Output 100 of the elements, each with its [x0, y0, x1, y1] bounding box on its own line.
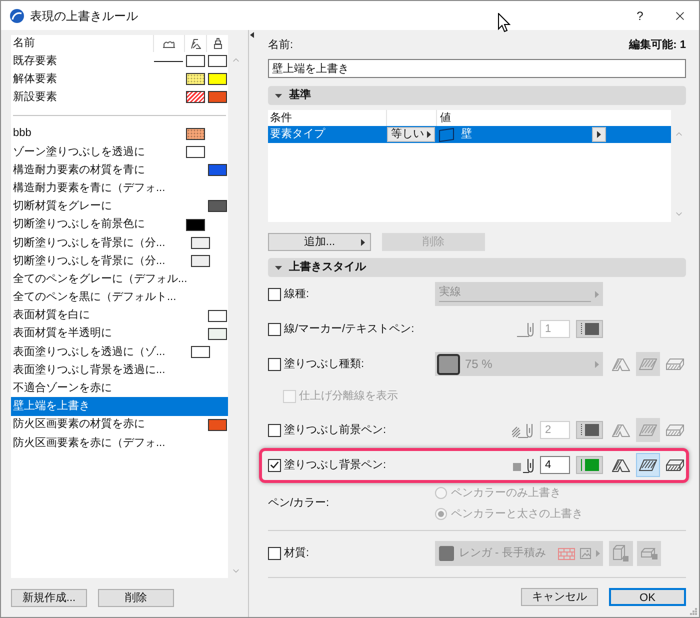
rule-list-item[interactable]: 切断材質をグレーに: [11, 197, 228, 216]
rule-list-item[interactable]: 表面材質を白に: [11, 306, 228, 325]
field-label: 塗りつぶし種類:: [284, 356, 364, 372]
field-label: 仕上げ分離線を表示: [299, 388, 398, 404]
radio-label: ペンカラーと太さの上書き: [451, 506, 583, 522]
field-label: 材質:: [284, 546, 310, 562]
hatched-wedge-icon: [612, 424, 630, 436]
field-label: 塗りつぶし前景ペン:: [284, 422, 386, 438]
resize-grip-icon[interactable]: [690, 608, 697, 615]
window-title: 表現の上書きルール: [30, 8, 138, 24]
material-pattern-icon: [439, 546, 454, 561]
dialog-button[interactable]: OK: [609, 588, 686, 606]
column-header: 条件: [269, 110, 293, 126]
brick-icon: [558, 548, 575, 560]
expand-triangle-icon: [275, 266, 282, 270]
checkbox[interactable]: [268, 547, 281, 560]
rule-list-item[interactable]: 表面塗りつぶし背景を透過に...: [11, 361, 228, 380]
checkbox[interactable]: [268, 288, 281, 300]
name-input[interactable]: 壁上端を上書き: [268, 59, 686, 78]
pen-number-input[interactable]: 4: [540, 456, 570, 474]
dialog-button[interactable]: キャンセル: [521, 588, 598, 606]
line-sample-icon: [439, 301, 591, 302]
cube-square-icon: [613, 545, 629, 562]
list-action-button[interactable]: 削除: [98, 589, 174, 607]
expand-triangle-icon: [275, 94, 282, 98]
rule-list-item[interactable]: 切断塗りつぶしを背景に（分...: [11, 252, 228, 270]
rule-list-item[interactable]: 全てのペンをグレーに（デフォル...: [11, 270, 228, 288]
checkbox[interactable]: [268, 358, 281, 370]
rule-list-item[interactable]: 表面塗りつぶしを透過に（ゾ...: [11, 342, 228, 361]
pen-color-button[interactable]: [576, 421, 603, 439]
rule-list-item[interactable]: 構造耐力要素を青に（デフォ...: [11, 179, 228, 198]
vertical-line-icon: [581, 459, 582, 471]
help-button[interactable]: ?: [630, 6, 650, 24]
dotted-line-icon: [581, 424, 582, 436]
rule-list-item[interactable]: ゾーン塗りつぶしを透過に: [11, 142, 228, 161]
pen-nib-icon: [517, 322, 534, 336]
rule-list-item[interactable]: 不適合ゾーンを赤に: [11, 379, 228, 398]
checkbox[interactable]: [268, 458, 281, 472]
checkbox[interactable]: [268, 424, 281, 436]
rule-list-item[interactable]: 表面材質を半透明に: [11, 324, 228, 343]
rule-list-item[interactable]: 切断塗りつぶしを背景に（分...: [11, 234, 228, 252]
table-cell-text: 壁: [461, 126, 473, 142]
rule-list-item[interactable]: 全てのペンを黒に（デフォルト...: [11, 288, 228, 306]
mound-icon: [163, 40, 175, 48]
pen-color-button[interactable]: [576, 320, 603, 338]
square-pen-icon: [513, 458, 534, 472]
rule-list-item[interactable]: 既存要素: [11, 52, 228, 70]
picture-icon: [580, 548, 591, 559]
fill-pattern-icon: [437, 354, 460, 374]
hatched-plane-icon: [639, 424, 657, 436]
hatched-plane-icon: [639, 358, 657, 370]
rule-list-item[interactable]: 新設要素: [11, 88, 228, 107]
rule-list-item[interactable]: 解体要素: [11, 70, 228, 88]
rule-list-item[interactable]: 構造耐力要素の材質を青に: [11, 160, 228, 180]
caret-icon: [597, 131, 601, 138]
line-sample-icon: [154, 60, 183, 62]
value-menu-button[interactable]: [592, 127, 606, 142]
checkbox[interactable]: [268, 322, 281, 336]
field-label: 線/マーカー/テキストペン:: [284, 322, 414, 337]
field-label: 名前:: [268, 38, 294, 53]
slab-square-icon: [640, 547, 658, 560]
hatched-wedge-icon: [612, 358, 630, 370]
operator-button[interactable]: 等しい: [387, 127, 435, 142]
collapse-arrow-icon[interactable]: [250, 32, 254, 38]
hatched-plane-icon: [639, 459, 657, 471]
hatched-block-icon: [666, 358, 684, 370]
rule-list-item[interactable]: 切断塗りつぶしを前景色に: [11, 216, 228, 234]
field-label: 塗りつぶし背景ペン:: [284, 458, 386, 473]
section-header[interactable]: 上書きスタイル: [268, 258, 686, 277]
pen-color-button[interactable]: [576, 456, 603, 474]
hatch-brush-icon: [190, 38, 200, 48]
rule-list-item[interactable]: 防火区画要素を赤に（デフォ...: [11, 434, 228, 452]
hatched-block-icon: [666, 459, 684, 471]
radio-label: ペンカラーのみ上書き: [451, 486, 561, 501]
hatched-block-icon: [666, 424, 684, 436]
column-header[interactable]: 名前: [11, 35, 153, 52]
table-cell-text: 要素タイプ: [269, 126, 326, 142]
criteria-row[interactable]: 要素タイプ 等しい 壁: [268, 126, 671, 143]
caret-icon: [361, 239, 365, 246]
fill-mode-button[interactable]: [636, 453, 660, 477]
list-action-button[interactable]: 新規作成...: [11, 589, 87, 607]
criteria-action-button[interactable]: 追加...: [268, 233, 371, 251]
wall-outline-icon: [439, 128, 454, 142]
material-option-button[interactable]: [609, 541, 633, 566]
app-logo-icon: [10, 8, 24, 22]
edit-count-label: 編集可能: 1: [629, 38, 686, 53]
caret-icon: [595, 360, 599, 368]
stamp-icon: [214, 38, 222, 49]
dotted-line-icon: [581, 323, 582, 335]
hatch-pen-icon: [512, 422, 534, 438]
section-header[interactable]: 基準: [268, 86, 686, 105]
field-label: ペン/カラー:: [268, 496, 330, 512]
field-label: 線種:: [284, 286, 310, 302]
caret-icon: [595, 290, 599, 298]
hatched-wedge-icon: [612, 458, 630, 472]
material-option-button[interactable]: [637, 541, 661, 566]
rule-list-item[interactable]: 防火区画要素の材質を赤に: [11, 416, 228, 434]
rule-list-item[interactable]: 壁上端を上書き: [11, 397, 228, 416]
rule-list-item[interactable]: bbb: [11, 124, 228, 143]
caret-icon: [427, 131, 431, 138]
